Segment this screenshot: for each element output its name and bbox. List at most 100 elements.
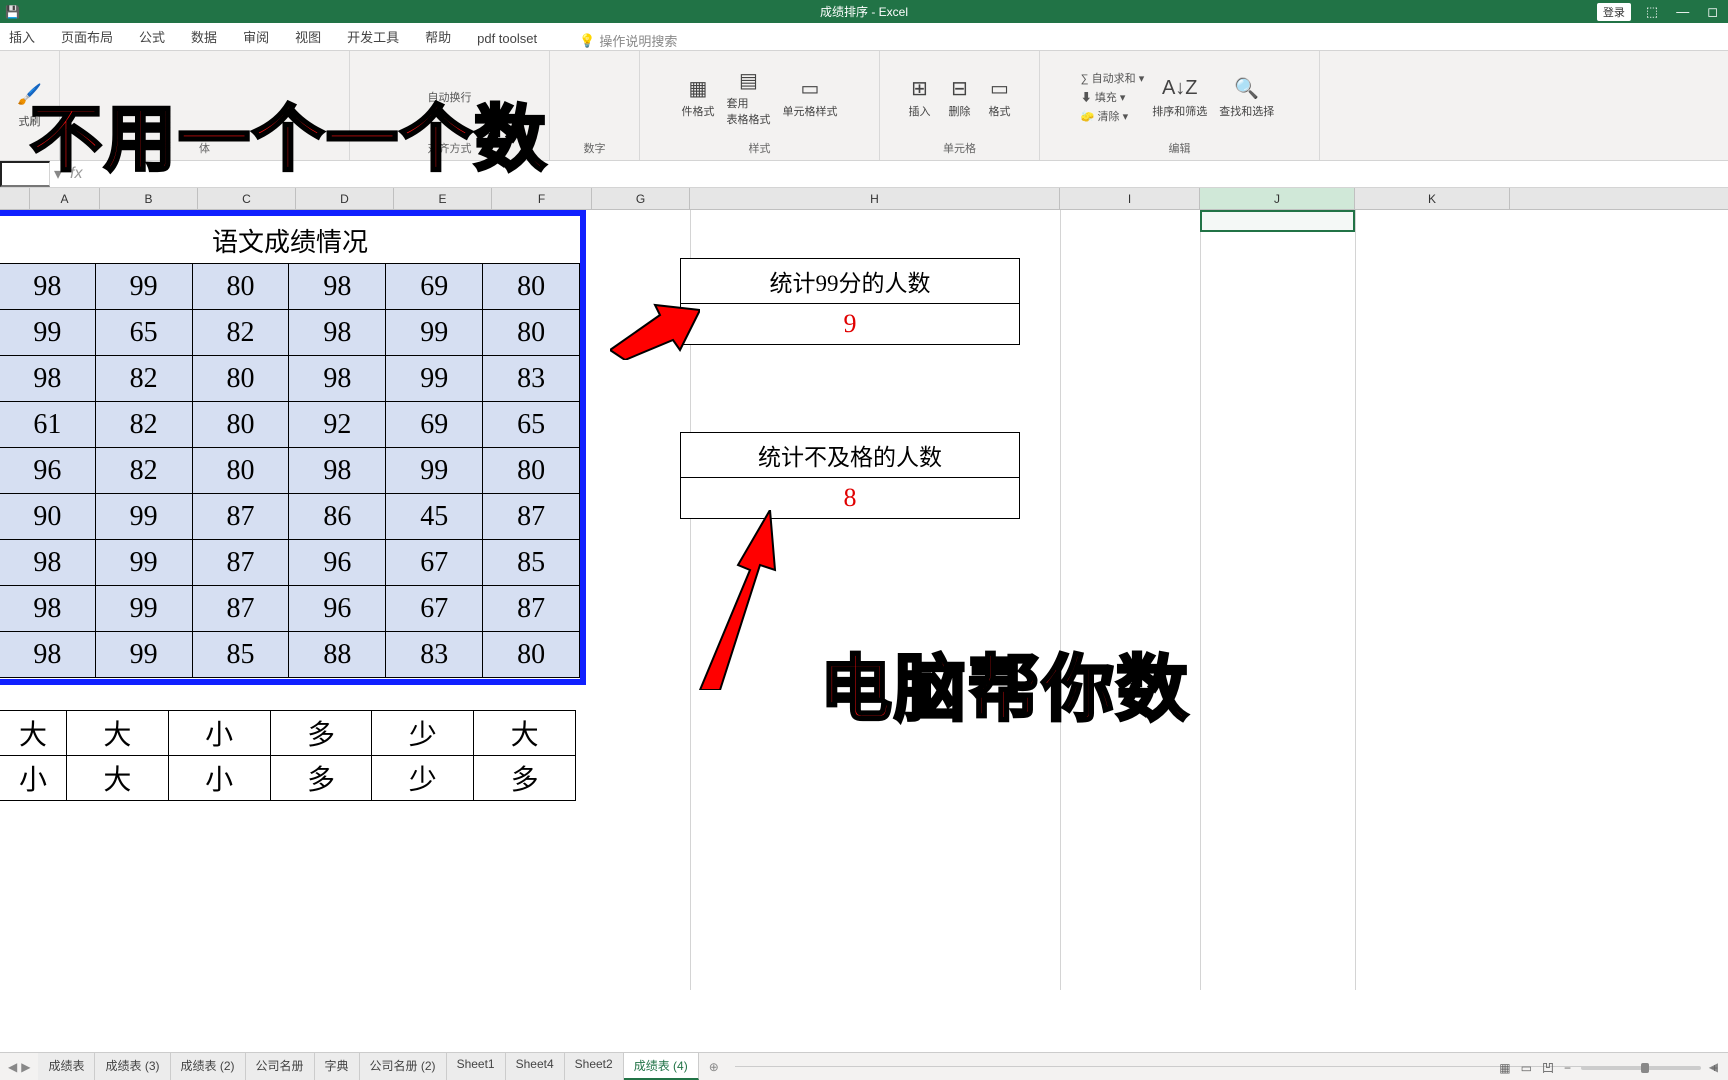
score-cell[interactable]: 99 — [95, 494, 192, 540]
char-cell[interactable]: 大 — [66, 711, 168, 756]
char-cell[interactable]: 大 — [0, 711, 66, 756]
sheet-tab[interactable]: 成绩表 (4) — [624, 1053, 699, 1080]
score-cell[interactable]: 80 — [483, 448, 580, 494]
col-header[interactable]: I — [1060, 188, 1200, 209]
insert-cells-button[interactable]: ⊞插入 — [902, 73, 938, 121]
score-cell[interactable]: 98 — [0, 356, 95, 402]
score-cell[interactable]: 98 — [0, 540, 95, 586]
score-cell[interactable]: 99 — [95, 540, 192, 586]
ribbon-options-icon[interactable]: ⬚ — [1646, 4, 1658, 20]
sheet-tab[interactable]: Sheet1 — [447, 1053, 506, 1080]
sheet-tab[interactable]: 字典 — [315, 1053, 360, 1080]
score-cell[interactable]: 88 — [289, 632, 386, 678]
score-cell[interactable]: 87 — [192, 586, 289, 632]
sheet-tab[interactable]: Sheet4 — [506, 1053, 565, 1080]
col-header[interactable]: C — [198, 188, 296, 209]
score-cell[interactable]: 45 — [386, 494, 483, 540]
col-header[interactable]: A — [30, 188, 100, 209]
format-cells-button[interactable]: ▭格式 — [982, 73, 1018, 121]
tell-me-search[interactable]: 💡 操作说明搜索 — [579, 31, 677, 50]
score-cell[interactable]: 69 — [386, 402, 483, 448]
clear-button[interactable]: 🧽 清除 ▾ — [1081, 108, 1144, 124]
sheet-tab[interactable]: 成绩表 (3) — [95, 1053, 170, 1080]
tab-dev[interactable]: 开发工具 — [343, 23, 403, 50]
minimize-icon[interactable]: — — [1676, 4, 1689, 20]
char-cell[interactable]: 多 — [474, 756, 576, 801]
score-cell[interactable]: 99 — [0, 310, 95, 356]
normal-view-icon[interactable]: ▦ — [1499, 1061, 1510, 1075]
score-cell[interactable]: 85 — [483, 540, 580, 586]
score-cell[interactable]: 96 — [289, 540, 386, 586]
conditional-format-button[interactable]: ▦件格式 — [678, 73, 719, 121]
score-cell[interactable]: 80 — [483, 632, 580, 678]
zoom-out-icon[interactable]: − — [1564, 1061, 1571, 1075]
score-cell[interactable]: 67 — [386, 540, 483, 586]
score-cell[interactable]: 98 — [0, 264, 95, 310]
score-cell[interactable]: 82 — [95, 448, 192, 494]
score-cell[interactable]: 67 — [386, 586, 483, 632]
score-cell[interactable]: 90 — [0, 494, 95, 540]
score-cell[interactable]: 98 — [289, 264, 386, 310]
page-layout-view-icon[interactable]: ▭ — [1521, 1061, 1532, 1075]
score-cell[interactable]: 99 — [95, 632, 192, 678]
tab-review[interactable]: 审阅 — [239, 23, 273, 50]
score-cell[interactable]: 80 — [483, 264, 580, 310]
score-cell[interactable]: 98 — [289, 448, 386, 494]
score-cell[interactable]: 80 — [192, 356, 289, 402]
score-cell[interactable]: 87 — [192, 540, 289, 586]
score-cell[interactable]: 65 — [483, 402, 580, 448]
score-cell[interactable]: 85 — [192, 632, 289, 678]
sheet-tab[interactable]: 公司名册 — [246, 1053, 315, 1080]
col-header[interactable]: E — [394, 188, 492, 209]
score-cell[interactable]: 98 — [0, 632, 95, 678]
score-cell[interactable]: 61 — [0, 402, 95, 448]
login-button[interactable]: 登录 — [1597, 3, 1631, 21]
score-cell[interactable]: 99 — [386, 356, 483, 402]
tab-pdf[interactable]: pdf toolset — [473, 27, 541, 50]
score-cell[interactable]: 80 — [192, 448, 289, 494]
col-header[interactable]: G — [592, 188, 690, 209]
score-cell[interactable]: 82 — [95, 402, 192, 448]
add-sheet-icon[interactable]: ⊕ — [699, 1060, 729, 1074]
tab-help[interactable]: 帮助 — [421, 23, 455, 50]
page-break-view-icon[interactable]: 凹 — [1542, 1059, 1554, 1076]
autosum-button[interactable]: ∑ 自动求和 ▾ — [1081, 70, 1144, 86]
score-cell[interactable]: 86 — [289, 494, 386, 540]
tab-formulas[interactable]: 公式 — [135, 23, 169, 50]
score-cell[interactable]: 80 — [192, 402, 289, 448]
tab-insert[interactable]: 插入 — [5, 23, 39, 50]
score-cell[interactable]: 83 — [483, 356, 580, 402]
score-cell[interactable]: 82 — [192, 310, 289, 356]
delete-cells-button[interactable]: ⊟删除 — [942, 73, 978, 121]
char-cell[interactable]: 小 — [0, 756, 66, 801]
col-header[interactable]: B — [100, 188, 198, 209]
zoom-in-icon[interactable]: + — [1711, 1061, 1718, 1075]
score-cell[interactable]: 99 — [386, 310, 483, 356]
char-cell[interactable]: 大 — [66, 756, 168, 801]
sheet-nav[interactable]: ◀▶ — [0, 1060, 38, 1074]
sheet-tab[interactable]: 成绩表 (2) — [171, 1053, 246, 1080]
score-cell[interactable]: 98 — [289, 356, 386, 402]
score-cell[interactable]: 99 — [386, 448, 483, 494]
char-cell[interactable]: 多 — [270, 711, 372, 756]
format-as-table-button[interactable]: ▤套用 表格格式 — [723, 65, 775, 129]
score-cell[interactable]: 96 — [289, 586, 386, 632]
char-cell[interactable]: 少 — [372, 756, 474, 801]
col-header[interactable]: F — [492, 188, 592, 209]
zoom-slider[interactable] — [1581, 1066, 1701, 1070]
score-cell[interactable]: 96 — [0, 448, 95, 494]
score-cell[interactable]: 98 — [0, 586, 95, 632]
sort-filter-button[interactable]: A↓Z排序和筛选 — [1148, 73, 1211, 121]
worksheet-area[interactable]: 语文成绩情况 989980986980996582989980988280989… — [0, 210, 1728, 990]
char-cell[interactable]: 小 — [168, 711, 270, 756]
sheet-tab[interactable]: 成绩表 — [38, 1053, 95, 1080]
fill-button[interactable]: ⬇ 填充 ▾ — [1081, 89, 1144, 105]
score-cell[interactable]: 80 — [483, 310, 580, 356]
char-cell[interactable]: 大 — [474, 711, 576, 756]
sheet-tab[interactable]: Sheet2 — [565, 1053, 624, 1080]
char-cell[interactable]: 多 — [270, 756, 372, 801]
save-icon[interactable]: 💾 — [5, 5, 20, 19]
score-cell[interactable]: 98 — [289, 310, 386, 356]
score-cell[interactable]: 83 — [386, 632, 483, 678]
cell-styles-button[interactable]: ▭单元格样式 — [779, 73, 842, 121]
